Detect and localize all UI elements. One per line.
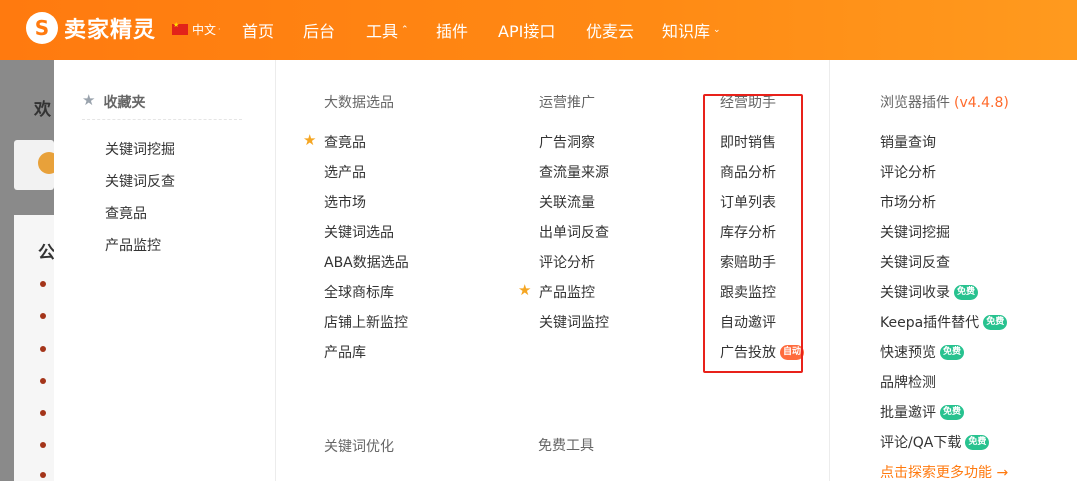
nav-backend[interactable]: 后台 — [303, 18, 335, 42]
language-label: 中文 — [192, 23, 217, 37]
chevron-down-icon: ⌄ — [713, 25, 721, 35]
plugin-item[interactable]: 品牌检测 — [880, 372, 936, 392]
highlight-box — [703, 94, 803, 373]
plugin-item[interactable]: 评论分析 — [880, 162, 936, 182]
favorite-item[interactable]: 关键词反查 — [105, 171, 175, 191]
plugin-item[interactable]: 市场分析 — [880, 192, 936, 212]
bg-bullet — [40, 378, 46, 384]
free-tools-title: 免费工具 — [538, 438, 594, 454]
bigdata-item[interactable]: 店铺上新监控 — [324, 312, 408, 332]
favorites-header: ★ 收藏夹 — [82, 92, 242, 120]
favorite-item[interactable]: 查竟品 — [105, 203, 147, 223]
operations-item[interactable]: 关键词监控 — [539, 312, 609, 332]
bg-bullet — [40, 346, 46, 352]
china-flag-icon — [172, 21, 188, 35]
nav-tools[interactable]: 工具 ⌃ — [366, 18, 409, 42]
plugin-item[interactable]: 评论/QA下载 免费 — [880, 432, 990, 452]
plugin-item[interactable]: 关键词收录 免费 — [880, 282, 979, 302]
bigdata-item[interactable]: 选市场 — [324, 192, 366, 212]
nav-knowledge[interactable]: 知识库 ⌄ — [662, 18, 721, 42]
bg-bullet — [40, 472, 46, 478]
bigdata-item[interactable]: 全球商标库 — [324, 282, 394, 302]
favorites-column: ★ 收藏夹 关键词挖掘 关键词反查 查竟品 产品监控 — [54, 60, 276, 481]
operations-item[interactable]: 广告洞察 — [539, 132, 595, 152]
free-badge: 免费 — [983, 314, 1008, 330]
favorite-item[interactable]: 产品监控 — [105, 235, 161, 255]
tools-dropdown-panel: ★ 收藏夹 关键词挖掘 关键词反查 查竟品 产品监控 大数据选品 ★ 查竟品 选产… — [54, 60, 1077, 481]
bg-bullet — [40, 442, 46, 448]
bigdata-item[interactable]: 产品库 — [324, 342, 366, 362]
nav-plugin[interactable]: 插件 — [436, 18, 468, 42]
operations-item[interactable]: ★ 产品监控 — [518, 282, 595, 302]
plugin-item[interactable]: 销量查询 — [880, 132, 936, 152]
nav-home[interactable]: 首页 — [242, 18, 274, 42]
star-icon: ★ — [303, 131, 317, 149]
language-switcher[interactable]: 中文 · — [172, 21, 221, 38]
bigdata-item[interactable]: 选产品 — [324, 162, 366, 182]
free-badge: 免费 — [940, 404, 965, 420]
logo-icon: S — [26, 12, 58, 44]
top-header: S 卖家精灵 中文 · 首页 后台 工具⌃ 插件 API接口 优麦云 知识库⌄ — [0, 0, 1077, 60]
keyword-opt-title: 关键词优化 — [324, 439, 394, 455]
operations-item[interactable]: 查流量来源 — [539, 162, 609, 182]
plugin-item[interactable]: 快速预览 免费 — [880, 342, 965, 362]
plugin-item[interactable]: 批量邀评 免费 — [880, 402, 965, 422]
logo[interactable]: S 卖家精灵 — [26, 12, 156, 44]
operations-title: 运营推广 — [539, 95, 595, 111]
logo-text: 卖家精灵 — [64, 18, 157, 43]
bg-section-fragment: 公 — [38, 243, 55, 263]
bg-bullet — [40, 410, 46, 416]
favorites-title: 收藏夹 — [103, 95, 146, 111]
column-divider — [829, 60, 830, 481]
star-icon: ★ — [518, 281, 532, 299]
plugin-item[interactable]: Keepa插件替代 免费 — [880, 312, 1008, 332]
bigdata-item[interactable]: 关键词选品 — [324, 222, 394, 242]
plugin-item[interactable]: 关键词反查 — [880, 252, 950, 272]
plugin-item[interactable]: 关键词挖掘 — [880, 222, 950, 242]
nav-api[interactable]: API接口 — [498, 18, 555, 42]
free-badge: 免费 — [940, 344, 965, 360]
star-icon: ★ — [82, 91, 96, 109]
free-badge: 免费 — [954, 284, 979, 300]
bg-bullet — [40, 281, 46, 287]
plugin-version: (v4.4.8) — [954, 95, 1009, 111]
operations-item[interactable]: 评论分析 — [539, 252, 595, 272]
bigdata-item[interactable]: ★ 查竟品 — [303, 132, 366, 152]
explore-more-link[interactable]: 点击探索更多功能 → — [880, 462, 1008, 481]
chevron-up-icon: ⌃ — [401, 25, 409, 35]
favorite-item[interactable]: 关键词挖掘 — [105, 139, 175, 159]
bigdata-item[interactable]: ABA数据选品 — [324, 252, 409, 272]
nav-youmaiyun[interactable]: 优麦云 — [586, 18, 634, 42]
operations-item[interactable]: 关联流量 — [539, 192, 595, 212]
free-badge: 免费 — [965, 434, 990, 450]
operations-item[interactable]: 出单词反查 — [539, 222, 609, 242]
bg-title-fragment: 欢 — [34, 100, 51, 120]
bg-bullet — [40, 313, 46, 319]
plugin-title: 浏览器插件 (v4.4.8) — [880, 95, 1009, 111]
bigdata-title: 大数据选品 — [324, 95, 394, 111]
